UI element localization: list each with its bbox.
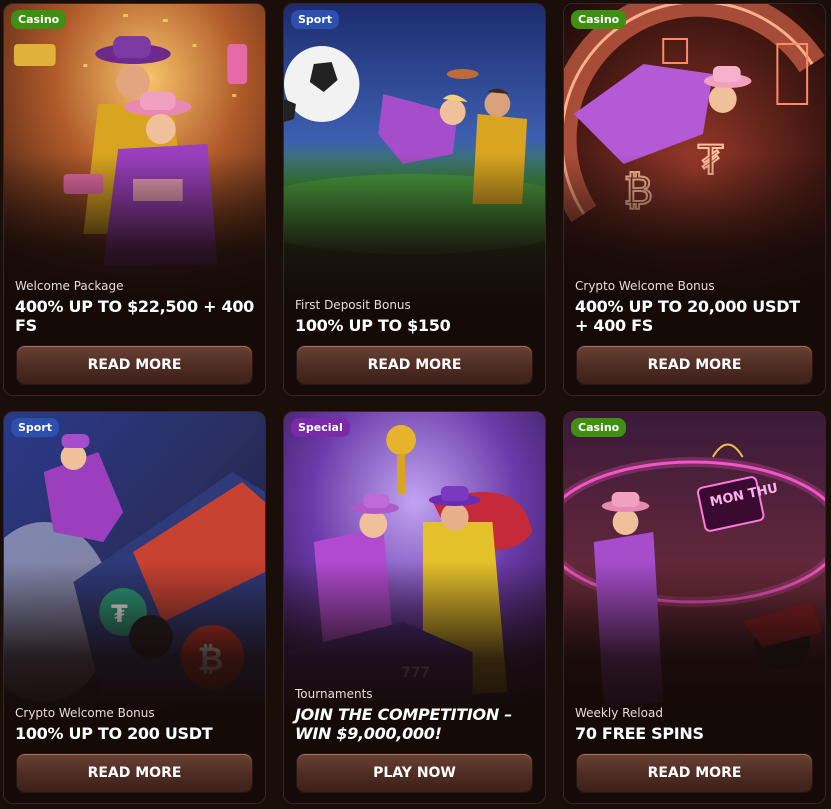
promo-category: First Deposit Bonus [295,298,411,312]
read-more-button[interactable]: READ MORE [577,346,812,384]
category-badge: Casino [571,10,627,29]
promo-headline: 70 FREE SPINS [575,724,704,743]
promo-category: Weekly Reload [575,706,663,720]
category-badge: Special [291,418,350,437]
promo-headline: JOIN THE COMPETITION – WIN $9,000,000! [295,705,512,743]
category-badge: Sport [291,10,340,29]
promo-category: Tournaments [295,687,373,701]
read-more-button[interactable]: READ MORE [17,754,252,792]
promo-category: Crypto Welcome Bonus [15,706,155,720]
promo-category: Crypto Welcome Bonus [575,279,715,293]
promo-card-welcome-package[interactable]: Casino Welcome Package 400% UP TO $22,50… [3,3,266,396]
promo-headline: 400% UP TO 20,000 USDT + 400 FS [575,297,800,335]
category-badge: Casino [11,10,67,29]
promo-card-sport-crypto[interactable]: ₮ ₿ Sport Crypto Welcome Bonus 100% UP T… [3,411,266,804]
promo-card-first-deposit[interactable]: Sport First Deposit Bonus 100% UP TO $15… [283,3,546,396]
read-more-button[interactable]: READ MORE [577,754,812,792]
promo-headline: 100% UP TO 200 USDT [15,724,213,743]
promo-headline: 100% UP TO $150 [295,316,451,335]
promotions-grid: Casino Welcome Package 400% UP TO $22,50… [0,0,831,809]
promo-category: Welcome Package [15,279,124,293]
promo-card-crypto-welcome[interactable]: ₿ ₮ Casino Crypto Welcome Bonus 400% UP … [563,3,826,396]
read-more-button[interactable]: READ MORE [17,346,252,384]
promo-card-weekly-reload[interactable]: MON THU Casino Weekly Reload 70 FREE SPI… [563,411,826,804]
play-now-button[interactable]: PLAY NOW [297,754,532,792]
read-more-button[interactable]: READ MORE [297,346,532,384]
category-badge: Casino [571,418,627,437]
promo-headline: 400% UP TO $22,500 + 400 FS [15,297,254,335]
category-badge: Sport [11,418,60,437]
promo-card-tournaments[interactable]: 777 Special Tournaments JOIN THE COMPETI… [283,411,546,804]
